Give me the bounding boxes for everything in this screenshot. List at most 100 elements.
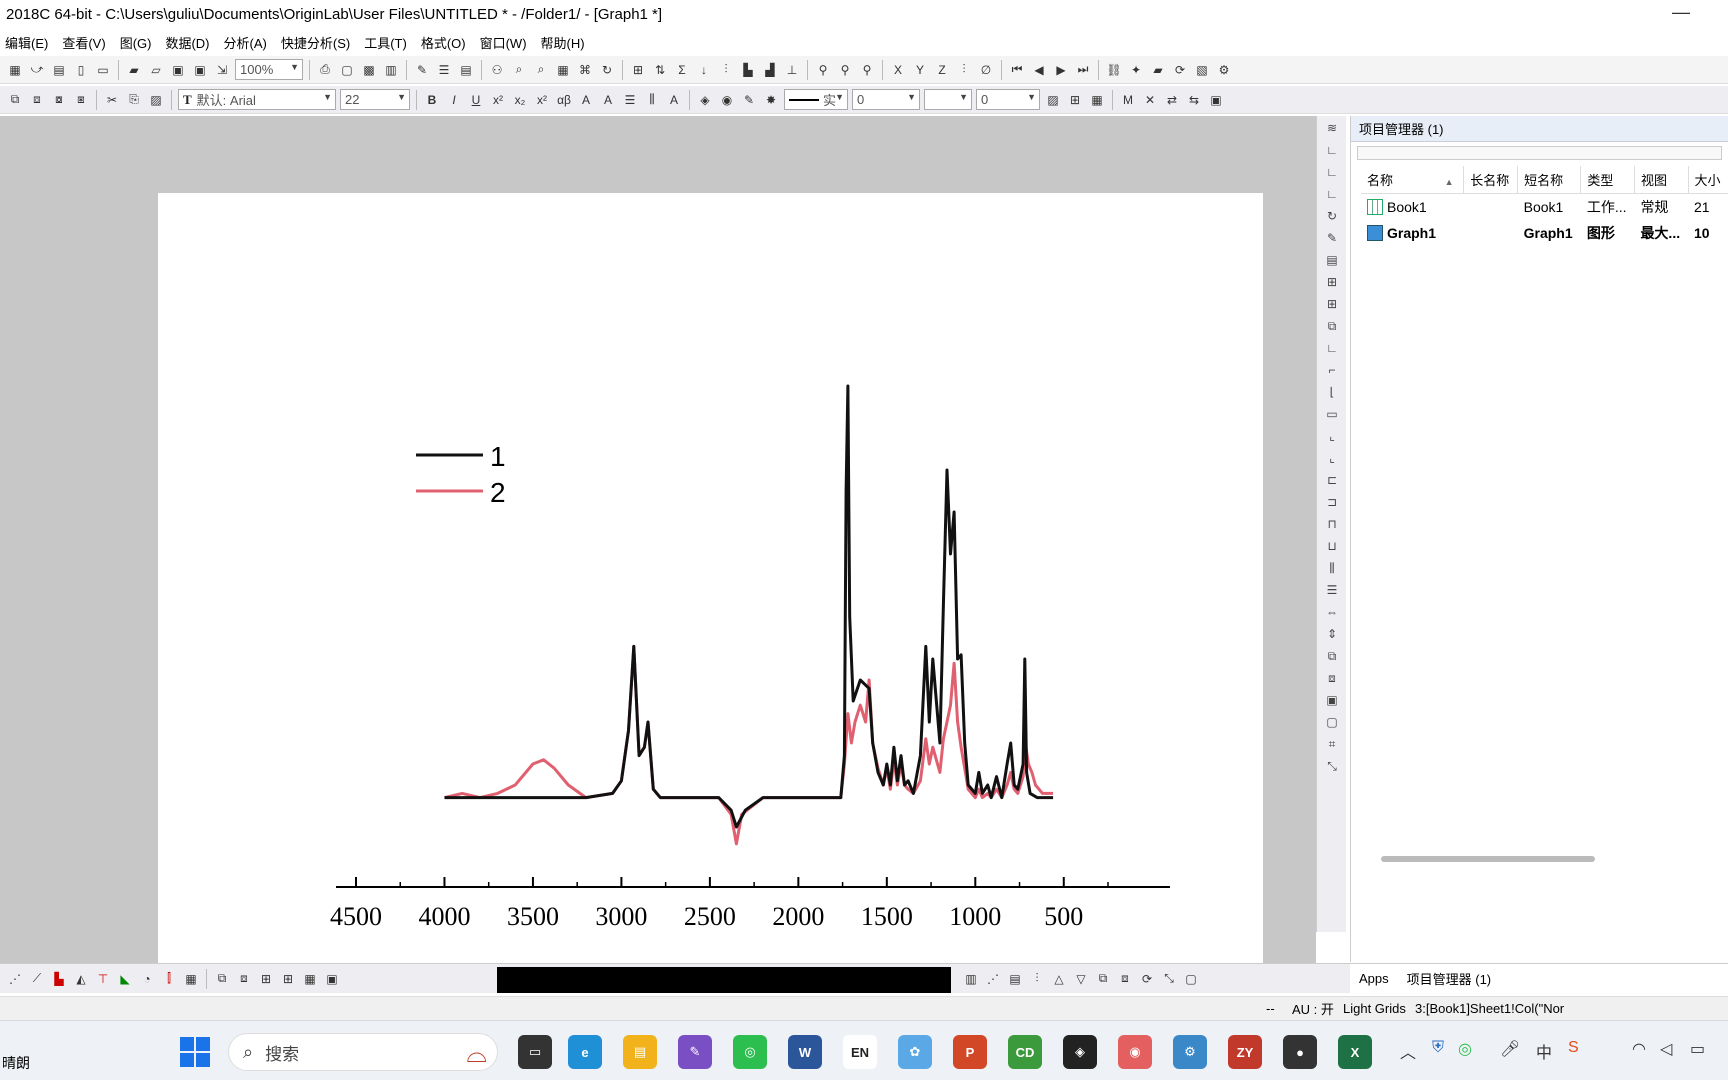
histogram-icon[interactable]: ▟ [761,61,779,79]
menu-format[interactable]: 格式(O) [416,33,472,52]
packages-icon[interactable]: ▧ [1193,61,1211,79]
cube-icon[interactable]: ◈ [1063,1035,1097,1069]
column-header-long-name[interactable]: 长名称 [1463,166,1519,194]
layer-tool-icon[interactable]: ≋ [1322,118,1342,138]
color-select[interactable]: ▼ [924,89,972,110]
align-right-icon[interactable]: ⊐ [1322,492,1342,512]
open-folder-icon[interactable]: ▰ [125,61,143,79]
new-notes-icon[interactable]: ▯ [72,61,90,79]
color-icon[interactable]: ▩ [360,61,378,79]
save-icon[interactable]: ▣ [169,61,187,79]
tab-project-manager[interactable]: 项目管理器 (1) [1398,969,1501,988]
pattern-icon[interactable]: ◉ [718,91,736,109]
column-header-name[interactable]: 名称 ▲ [1361,166,1465,194]
font-select[interactable]: T 默认: Arial ▼ [178,89,336,110]
front-icon[interactable]: ▣ [1322,690,1342,710]
windows-start-icon[interactable] [180,1037,210,1067]
error-bar-icon[interactable]: ⊤ [94,970,112,988]
layer-add-icon[interactable]: ⧉ [213,970,231,988]
add-layer-icon[interactable]: ▤ [1322,250,1342,270]
symbol-size-select[interactable]: 0 ▼ [976,89,1040,110]
frame-icon[interactable]: ▭ [1322,404,1342,424]
greek-icon[interactable]: αβ [555,91,573,109]
zoom-pan-icon[interactable]: ⌕ [532,61,550,79]
save-template-icon[interactable]: ▣ [191,61,209,79]
film-icon[interactable]: ▥ [382,61,400,79]
paste-icon[interactable]: ▨ [147,91,165,109]
exchange-icon[interactable]: ⇆ [1185,91,1203,109]
export-icon[interactable]: ▢ [338,61,356,79]
volume-icon[interactable]: ◁ [1660,1039,1672,1059]
fill-area-icon[interactable]: ◣ [116,970,134,988]
word-icon[interactable]: W [788,1035,822,1069]
link-icon[interactable]: ⛓ [1105,61,1123,79]
menu-analysis[interactable]: 分析(A) [219,33,273,52]
bottom-axis-icon[interactable]: ∟ [1322,338,1342,358]
axis-rescale-icon[interactable]: ∟ [1322,184,1342,204]
y-column-icon[interactable]: Y [911,61,929,79]
highlight-icon[interactable]: ✦ [1127,61,1145,79]
ime-indicator[interactable]: 中 [1536,1039,1552,1063]
draw-data-icon[interactable]: ✎ [1322,228,1342,248]
sort-desc-icon[interactable]: ↓ [695,61,713,79]
3d-bar-icon[interactable]: ▥ [962,970,980,988]
menu-view[interactable]: 查看(V) [57,33,111,52]
crop-icon[interactable]: ⌗ [1322,734,1342,754]
powerpoint-icon[interactable]: P [953,1035,987,1069]
contour-icon[interactable]: ▦ [301,970,319,988]
cd-icon[interactable]: CD [1008,1035,1042,1069]
sum-icon[interactable]: Σ [673,61,691,79]
bar-chart-icon[interactable]: ▙ [739,61,757,79]
shield-icon[interactable]: ⛨ [1432,1039,1444,1057]
ungroup-icon[interactable]: ⧈ [1322,668,1342,688]
record-icon[interactable]: ● [1283,1035,1317,1069]
wifi-icon[interactable]: ◠ [1632,1039,1646,1059]
table-format-icon[interactable]: ▦ [1088,91,1106,109]
left-axis-icon[interactable]: ⌊ [1322,382,1342,402]
menu-edit[interactable]: 编辑(E) [0,33,54,52]
3d-reset-icon[interactable]: ▢ [1182,970,1200,988]
print-icon[interactable]: ⎙ [316,61,334,79]
chevron-up-icon[interactable]: ︿ [1400,1039,1416,1063]
font-size-select[interactable]: 22 ▼ [340,89,410,110]
swap-icon[interactable]: ⇄ [1163,91,1181,109]
line-width-select[interactable]: 0 ▼ [852,89,920,110]
same-width-icon[interactable]: ⇔ [1322,602,1342,622]
stats-icon[interactable]: ⫶ [717,61,735,79]
new-graph-icon[interactable]: ⤻ [28,61,46,79]
new-matrix-icon[interactable]: ▤ [50,61,68,79]
prev-icon[interactable]: ◀ [1030,61,1048,79]
superscript-icon[interactable]: x² [489,91,507,109]
taskbar-search[interactable]: ⌕ 搜索 ⌓ [228,1033,498,1071]
tree-icon[interactable]: ⚇ [488,61,506,79]
filter-icon[interactable]: ⚲ [814,61,832,79]
zoom-select[interactable]: 100% ▼ [235,59,303,80]
distribute-h-icon[interactable]: ⫼ [1322,558,1342,578]
menu-tools[interactable]: 工具(T) [359,33,413,52]
same-height-icon[interactable]: ⇕ [1322,624,1342,644]
corner-axis-icon[interactable]: ⌞ [1322,426,1342,446]
template-icon[interactable]: ▦ [182,970,200,988]
menu-data[interactable]: 数据(D) [160,33,215,52]
distribute-v-icon[interactable]: ☰ [1322,580,1342,600]
rotate-icon[interactable]: ↻ [1322,206,1342,226]
menu-window[interactable]: 窗口(W) [475,33,533,52]
paint-icon[interactable]: ✎ [678,1035,712,1069]
stock-icon[interactable]: ⫿ [160,970,178,988]
settings-icon[interactable]: ⚙ [1215,61,1233,79]
stack-icon[interactable]: ⧈ [235,970,253,988]
menu-help[interactable]: 帮助(H) [536,33,591,52]
3d-wall-icon[interactable]: ▤ [1006,970,1024,988]
x-column-icon[interactable]: X [889,61,907,79]
increase-font-icon[interactable]: A [577,91,595,109]
arrange-layers-icon[interactable]: ⊞ [1322,272,1342,292]
decrease-font-icon[interactable]: A [599,91,617,109]
fill-color-icon[interactable]: ◈ [696,91,714,109]
menu-quick-analysis[interactable]: 快捷分析(S) [276,33,356,52]
code-icon[interactable]: ⌘ [576,61,594,79]
microphone-icon[interactable]: 🎤︎ [1500,1039,1520,1059]
3d-stack-icon[interactable]: ⧉ [1094,970,1112,988]
italic-icon[interactable]: I [445,91,463,109]
column-header-size[interactable]: 大小 [1688,166,1728,194]
grid-icon[interactable]: ⊞ [1066,91,1084,109]
